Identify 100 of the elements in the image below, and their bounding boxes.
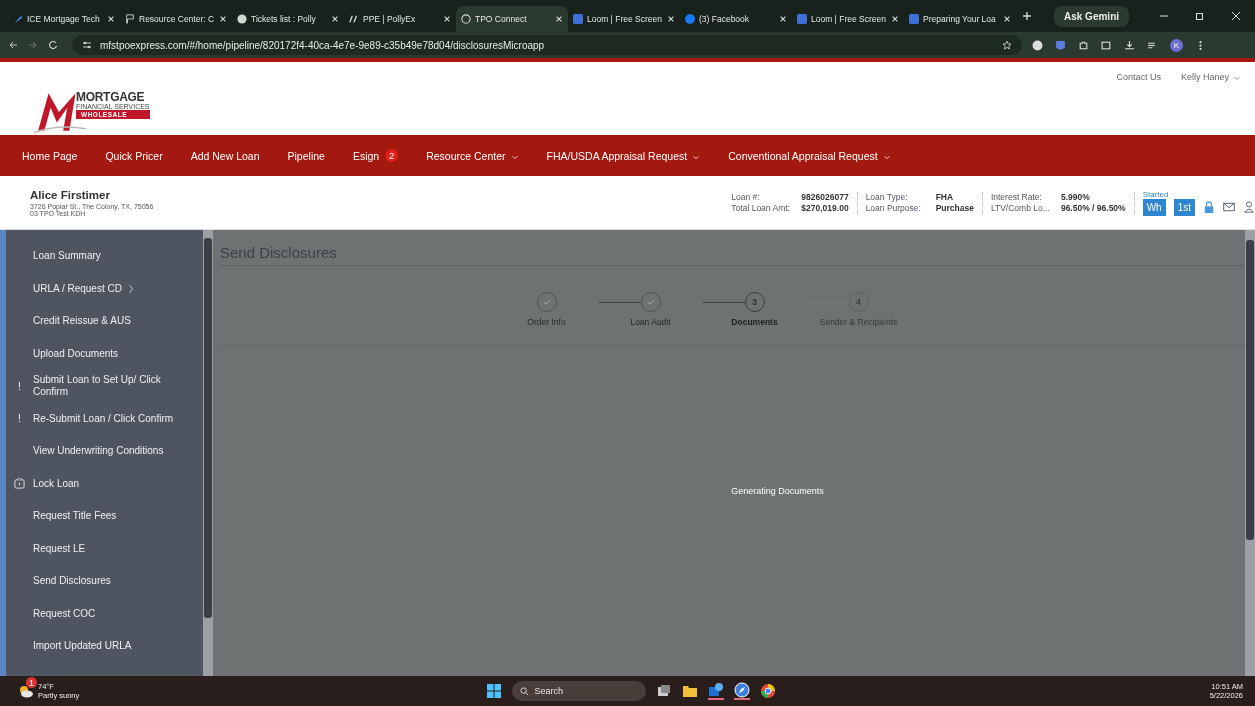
extension-icon[interactable] <box>1032 39 1043 51</box>
browser-tab[interactable]: Preparing Your Loa <box>904 6 1016 32</box>
field-value: Purchase <box>935 202 974 214</box>
sidebar-item[interactable]: Re-Submit Loan / Click Confirm <box>33 412 174 425</box>
nav-link[interactable]: Home Page <box>22 149 78 162</box>
tab-favicon-icon <box>573 14 583 24</box>
tab-title: Loom | Free Screen <box>587 14 663 24</box>
close-icon[interactable] <box>331 15 339 23</box>
browser-icon[interactable] <box>759 683 776 699</box>
tab-favicon-icon <box>13 14 23 24</box>
scrollbar[interactable] <box>1245 230 1255 676</box>
tab-favicon-icon <box>685 14 695 24</box>
new-tab-icon[interactable] <box>1022 11 1032 21</box>
close-icon[interactable] <box>1003 15 1011 23</box>
tab-favicon-icon <box>125 14 135 24</box>
close-icon[interactable] <box>1231 11 1241 21</box>
restore-icon[interactable] <box>1195 11 1205 21</box>
sidebar-item[interactable]: Upload Documents <box>33 347 119 360</box>
sidebar-item[interactable]: Loan Summary <box>33 250 101 263</box>
nav-link[interactable]: Pipeline <box>287 149 325 162</box>
search-icon <box>519 686 529 696</box>
sidebar-item[interactable]: Send Disclosures <box>33 575 111 588</box>
browser-tab[interactable]: PPE | PollyEx <box>344 6 456 32</box>
back-icon[interactable] <box>8 40 18 50</box>
download-icon[interactable] <box>1124 39 1135 51</box>
tab-favicon-icon <box>349 14 359 24</box>
profile-avatar[interactable]: K <box>1170 38 1183 52</box>
close-icon[interactable] <box>219 15 227 23</box>
screen-search-icon[interactable] <box>1101 39 1112 51</box>
borrower-name: Alice Firstimer <box>30 188 111 201</box>
close-icon[interactable] <box>443 15 451 23</box>
browser-tab[interactable]: (3) Facebook <box>680 6 792 32</box>
sidebar-item[interactable]: Request COC <box>33 607 96 620</box>
browser-tab[interactable]: Resource Center: C <box>120 6 232 32</box>
sidebar-item[interactable]: URLA / Request CD <box>33 282 122 295</box>
tab-favicon-icon <box>909 14 919 24</box>
field-label: Interest Rate: <box>990 191 1043 203</box>
status-button[interactable]: 1st <box>1173 198 1195 216</box>
field-label: Loan Purpose: <box>865 202 922 214</box>
nav-link[interactable]: Resource Center <box>426 149 519 162</box>
user-menu[interactable]: Kelly Haney <box>1180 72 1229 82</box>
bookmark-star-icon[interactable] <box>1002 40 1012 50</box>
close-icon[interactable] <box>891 15 899 23</box>
sidebar-item[interactable]: Request Title Fees <box>33 510 117 523</box>
browser-tab[interactable]: ICE Mortgage Tech <box>8 6 120 32</box>
chevron-right-icon[interactable] <box>127 283 134 294</box>
alert-mark: ! <box>18 380 21 392</box>
compass-icon[interactable] <box>733 682 750 700</box>
start-icon[interactable] <box>485 683 502 699</box>
ask-gemini-button[interactable]: Ask Gemini <box>1054 5 1130 27</box>
nav-link[interactable]: Add New Loan <box>190 149 260 162</box>
sidebar-item[interactable]: Credit Reissue & AUS <box>33 315 131 328</box>
sidebar-item[interactable]: View Underwriting Conditions <box>33 445 164 458</box>
reload-icon[interactable] <box>48 40 58 50</box>
check-icon <box>541 297 552 307</box>
nav-link[interactable]: Esign <box>352 149 380 162</box>
address-bar[interactable]: mfstpoexpress.com/#/home/pipeline/820172f4-40ca-4e7e-9e89-c35b49e78d04/disclosuresMicroapp <box>72 35 1022 55</box>
scrollbar[interactable] <box>203 230 213 676</box>
sidebar-item[interactable]: Submit Loan to Set Up/ Click Confirm <box>33 374 183 399</box>
lock-icon[interactable] <box>1203 201 1215 213</box>
loading-message: Generating Documents <box>731 486 824 496</box>
person-icon[interactable] <box>1243 201 1255 213</box>
mail-app-icon[interactable] <box>707 682 724 700</box>
tab-favicon-icon <box>461 14 471 24</box>
field-label: Total Loan Amt: <box>731 202 791 214</box>
nav-link[interactable]: Conventional Appraisal Request <box>728 149 891 162</box>
close-icon[interactable] <box>667 15 675 23</box>
close-icon[interactable] <box>555 15 563 23</box>
tab-favicon-icon <box>237 14 247 24</box>
tab-title: (3) Facebook <box>699 14 751 24</box>
site-settings-icon[interactable] <box>82 40 92 50</box>
task-view-icon[interactable] <box>655 683 672 699</box>
tab-title: TPO Connect <box>475 14 528 24</box>
folder-icon[interactable] <box>681 683 698 699</box>
close-icon[interactable] <box>107 15 115 23</box>
sidebar-item[interactable]: Import Updated URLA <box>33 640 132 653</box>
puzzle-icon[interactable] <box>1078 39 1089 51</box>
sidebar-item[interactable]: Request LE <box>33 542 86 555</box>
sidebar-item[interactable]: Lock Loan <box>33 477 80 490</box>
step-label: Order Info <box>527 317 566 327</box>
browser-tab[interactable]: TPO Connect <box>456 6 568 32</box>
nav-link[interactable]: FHA/USDA Appraisal Request <box>546 149 701 162</box>
step-label: Documents <box>731 317 778 327</box>
browser-tab[interactable]: Tickets list : Polly <box>232 6 344 32</box>
tab-title: Preparing Your Loa <box>923 14 997 24</box>
browser-tab[interactable]: Loom | Free Screen <box>792 6 904 32</box>
field-value: FHA <box>935 191 954 203</box>
nav-link[interactable]: Quick Pricer <box>105 149 163 162</box>
browser-tab[interactable]: Loom | Free Screen <box>568 6 680 32</box>
close-icon[interactable] <box>779 15 787 23</box>
tab-title: Tickets list : Polly <box>251 14 317 24</box>
alert-mark: ! <box>18 413 21 425</box>
field-value: 5.990% <box>1060 191 1090 203</box>
url-text: mfstpoexpress.com/#/home/pipeline/820172f4-40ca-4e7e-9e89-c35b49e78d04/disclosuresMicroapp <box>100 39 545 51</box>
forward-icon[interactable] <box>28 40 38 50</box>
search-field[interactable]: Search <box>511 681 646 701</box>
mail-icon[interactable] <box>1223 201 1235 213</box>
status-button[interactable]: Wh <box>1142 198 1166 216</box>
step-label: Loan Audit <box>630 317 671 327</box>
contact-link[interactable]: Contact Us <box>1116 72 1161 82</box>
